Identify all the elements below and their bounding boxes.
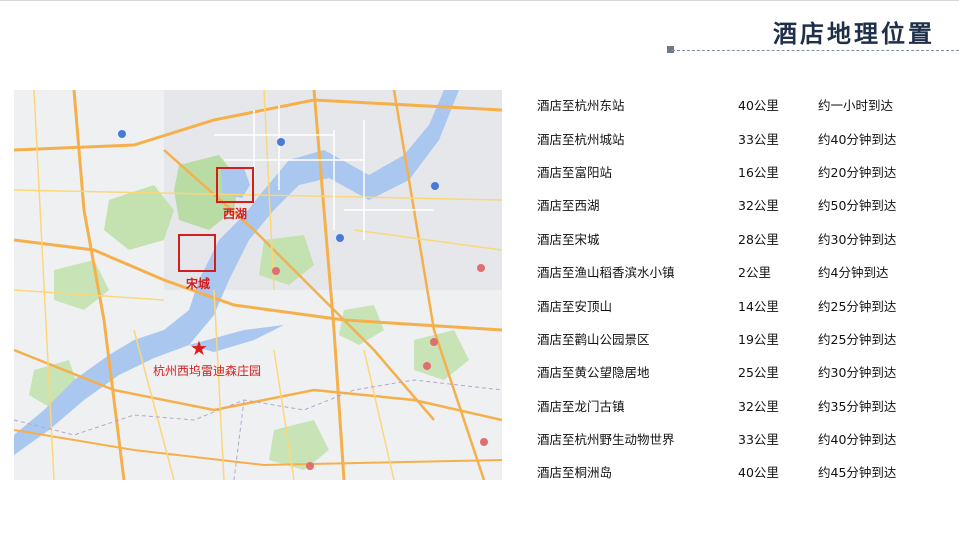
row-time: 约40分钟到达 <box>818 131 897 147</box>
resort-label: 杭州西坞雷迪森庄园 <box>153 364 262 378</box>
table-row: 酒店至鹳山公园景区 19公里 约25分钟到达 <box>537 322 937 355</box>
west-lake-highlight-box <box>216 167 254 203</box>
row-time: 约25分钟到达 <box>818 298 897 314</box>
row-time: 约35分钟到达 <box>818 398 897 414</box>
row-place: 酒店至杭州城站 <box>537 131 625 147</box>
table-row: 酒店至宋城 28公里 约30分钟到达 <box>537 222 937 255</box>
row-distance: 40公里 <box>738 465 779 481</box>
table-row: 酒店至杭州城站 33公里 约40分钟到达 <box>537 121 937 154</box>
row-place: 酒店至杭州东站 <box>537 98 625 114</box>
row-place: 酒店至黄公望隐居地 <box>537 365 650 381</box>
table-row: 酒店至黄公望隐居地 25公里 约30分钟到达 <box>537 355 937 388</box>
table-row: 酒店至西湖 32公里 约50分钟到达 <box>537 188 937 221</box>
row-distance: 14公里 <box>738 298 779 314</box>
songcheng-label: 宋城 <box>186 277 211 291</box>
row-time: 约30分钟到达 <box>818 365 897 381</box>
row-distance: 28公里 <box>738 231 779 247</box>
table-row: 酒店至渔山稻香滨水小镇 2公里 约4分钟到达 <box>537 255 937 288</box>
row-time: 约50分钟到达 <box>818 198 897 214</box>
row-place: 酒店至安顶山 <box>537 298 613 314</box>
row-time: 约一小时到达 <box>818 98 894 114</box>
row-place: 酒店至富阳站 <box>537 164 613 180</box>
table-row: 酒店至杭州野生动物世界 33公里 约40分钟到达 <box>537 422 937 455</box>
table-row: 酒店至富阳站 16公里 约20分钟到达 <box>537 155 937 188</box>
row-place: 酒店至宋城 <box>537 231 600 247</box>
table-row: 酒店至安顶山 14公里 约25分钟到达 <box>537 288 937 321</box>
songcheng-highlight-box <box>178 234 216 272</box>
row-place: 酒店至杭州野生动物世界 <box>537 432 675 448</box>
row-place: 酒店至龙门古镇 <box>537 398 625 414</box>
row-place: 酒店至桐洲岛 <box>537 465 613 481</box>
row-place: 酒店至鹳山公园景区 <box>537 331 650 347</box>
page-title: 酒店地理位置 <box>773 20 935 48</box>
top-border <box>0 0 959 1</box>
row-time: 约30分钟到达 <box>818 231 897 247</box>
row-place: 酒店至西湖 <box>537 198 600 214</box>
row-distance: 40公里 <box>738 98 779 114</box>
table-row: 酒店至桐洲岛 40公里 约45分钟到达 <box>537 455 937 488</box>
table-row: 酒店至龙门古镇 32公里 约35分钟到达 <box>537 389 937 422</box>
map-base <box>14 90 502 480</box>
row-distance: 33公里 <box>738 131 779 147</box>
west-lake-label: 西湖 <box>223 207 248 221</box>
row-time: 约25分钟到达 <box>818 331 897 347</box>
row-distance: 33公里 <box>738 432 779 448</box>
row-place: 酒店至渔山稻香滨水小镇 <box>537 265 675 281</box>
hotel-location-map[interactable]: 西湖 宋城 ★ 杭州西坞雷迪森庄园 <box>14 90 502 480</box>
red-star-icon[interactable]: ★ <box>190 338 208 358</box>
row-distance: 25公里 <box>738 365 779 381</box>
title-divider <box>672 50 959 51</box>
row-distance: 19公里 <box>738 331 779 347</box>
row-distance: 32公里 <box>738 398 779 414</box>
row-distance: 32公里 <box>738 198 779 214</box>
row-time: 约45分钟到达 <box>818 465 897 481</box>
row-distance: 16公里 <box>738 164 779 180</box>
row-distance: 2公里 <box>738 265 771 281</box>
row-time: 约4分钟到达 <box>818 265 889 281</box>
distance-table: 酒店至杭州东站 40公里 约一小时到达 酒店至杭州城站 33公里 约40分钟到达… <box>537 88 937 489</box>
table-row: 酒店至杭州东站 40公里 约一小时到达 <box>537 88 937 121</box>
row-time: 约20分钟到达 <box>818 164 897 180</box>
row-time: 约40分钟到达 <box>818 432 897 448</box>
